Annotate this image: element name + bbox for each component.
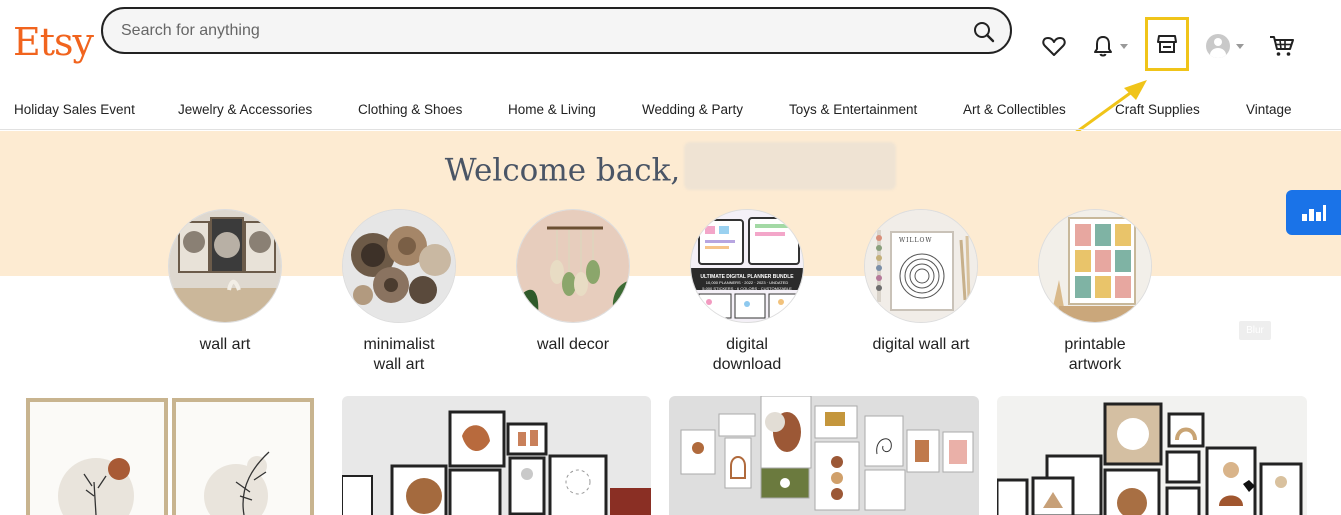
category-digital-wall-art[interactable]: WILLOW digital wall art — [851, 209, 991, 355]
category-wall-art[interactable]: wall art — [155, 209, 295, 355]
listing-image — [342, 396, 651, 515]
blur-tag: Blur — [1239, 321, 1271, 340]
search-icon — [974, 22, 995, 43]
nav-item-home-living[interactable]: Home & Living — [508, 102, 596, 117]
category-image — [168, 209, 282, 323]
nav-item-wedding-party[interactable]: Wedding & Party — [642, 102, 743, 117]
category-wall-decor[interactable]: wall decor — [503, 209, 643, 355]
cart-button[interactable] — [1264, 28, 1300, 64]
category-image: ULTIMATE DIGITAL PLANNER BUNDLE 10,000 P… — [690, 209, 804, 323]
nav-item-vintage[interactable]: Vintage — [1246, 102, 1292, 117]
account-button[interactable] — [1200, 28, 1250, 64]
category-nav: Holiday Sales Event Jewelry & Accessorie… — [0, 92, 1341, 130]
nav-item-jewelry-accessories[interactable]: Jewelry & Accessories — [178, 102, 312, 117]
category-label: wall decor — [536, 336, 610, 353]
listing-card[interactable] — [997, 396, 1307, 515]
category-label: printable artwork — [1064, 336, 1126, 373]
category-label: minimalist wall art — [363, 336, 435, 373]
user-avatar-icon — [1206, 34, 1230, 58]
welcome-heading: Welcome back, — [0, 142, 1341, 196]
category-label: digital wall art — [872, 336, 970, 353]
category-printable-artwork[interactable]: printable artwork — [1025, 209, 1165, 375]
favorites-button[interactable] — [1038, 30, 1070, 62]
category-image — [342, 209, 456, 323]
side-widget-button[interactable] — [1286, 190, 1341, 235]
poster-title: WILLOW — [899, 237, 933, 244]
listing-card[interactable] — [14, 396, 324, 515]
nav-item-holiday-sales-event[interactable]: Holiday Sales Event — [14, 102, 135, 117]
category-image — [1038, 209, 1152, 323]
category-image: WILLOW — [864, 209, 978, 323]
bell-icon — [1094, 36, 1112, 57]
category-label: digital download — [712, 336, 782, 373]
category-image — [516, 209, 630, 323]
listing-image — [997, 396, 1307, 515]
etsy-logo[interactable]: Etsy — [13, 20, 94, 64]
nav-item-art-collectibles[interactable]: Art & Collectibles — [963, 102, 1066, 117]
blurred-username — [684, 142, 897, 190]
category-minimalist-wall-art[interactable]: minimalist wall art — [329, 209, 469, 375]
chevron-down-icon — [1236, 43, 1244, 49]
listing-card[interactable] — [669, 396, 979, 515]
listing-image — [14, 396, 324, 515]
category-digital-download[interactable]: ULTIMATE DIGITAL PLANNER BUNDLE 10,000 P… — [677, 209, 817, 375]
nav-item-craft-supplies[interactable]: Craft Supplies — [1115, 102, 1200, 117]
chevron-down-icon — [1120, 43, 1128, 49]
bar-chart-icon — [1301, 204, 1326, 221]
shop-icon — [1157, 35, 1177, 53]
search-bar — [101, 7, 1012, 54]
listing-card[interactable] — [342, 396, 651, 515]
search-input[interactable] — [121, 19, 941, 43]
nav-item-toys-entertainment[interactable]: Toys & Entertainment — [789, 102, 917, 117]
category-label: wall art — [199, 336, 251, 353]
cart-icon — [1270, 36, 1294, 56]
heart-icon — [1042, 37, 1066, 56]
planner-line-2: 5,000 STICKERS · 6 COLORS · CUSTOMIZABLE — [702, 286, 792, 291]
nav-item-clothing-shoes[interactable]: Clothing & Shoes — [358, 102, 462, 117]
listing-image — [669, 396, 979, 515]
welcome-text: Welcome back, — [444, 152, 681, 189]
notifications-button[interactable] — [1086, 30, 1134, 62]
search-button[interactable] — [970, 18, 998, 46]
